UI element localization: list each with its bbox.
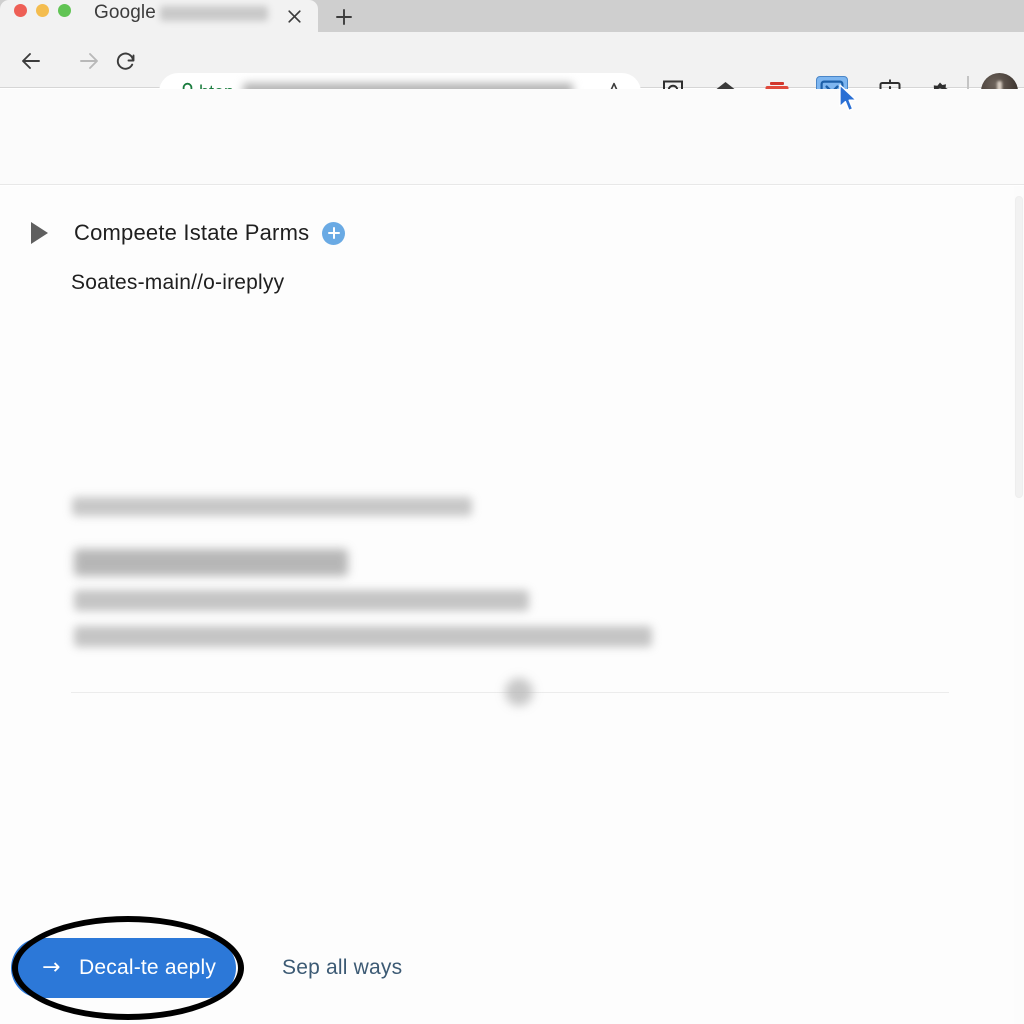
content-heading-row[interactable]: Compeete Istate Parms [31,220,346,246]
tab-title-redaction [160,6,268,21]
expand-triangle-icon[interactable] [31,222,48,244]
vertical-scrollbar-thumb[interactable] [1015,196,1023,498]
primary-action-label: Decal-te aeply [79,956,217,979]
secondary-action-link[interactable]: Sep all ways [282,956,402,980]
redacted-line-2 [74,590,529,611]
page-title: Compeete Istate Parms [74,220,310,245]
mouse-pointer-icon [838,84,860,114]
tab-title: Google [94,2,156,23]
browser-toolbar: htep [0,32,1024,112]
primary-action-button[interactable]: → Decal-te aeply [11,938,236,998]
minimize-window-button[interactable] [36,4,49,17]
reload-icon[interactable] [111,46,141,76]
divider-collapse-dot[interactable] [505,678,533,706]
close-window-button[interactable] [14,4,27,17]
back-arrow-icon[interactable] [16,46,46,76]
plus-circle-badge-icon[interactable] [322,221,346,245]
forward-arrow-icon[interactable] [74,46,104,76]
page-content: Compeete Istate Parms Soates-main//o-ire… [0,186,1024,1024]
close-icon[interactable] [283,5,305,27]
browser-tab-strip: Google [0,0,1024,32]
redacted-line-1 [72,497,472,516]
window-traffic-lights [14,4,71,17]
new-tab-button[interactable] [326,3,362,31]
content-subheading: Soates-main//o-ireplyy [71,271,285,294]
redacted-line-3 [74,626,652,647]
redacted-heading [74,549,348,576]
google-search-header: Google Naticul ℘ [0,89,1024,257]
arrow-right-icon: → [42,955,61,980]
maximize-window-button[interactable] [58,4,71,17]
